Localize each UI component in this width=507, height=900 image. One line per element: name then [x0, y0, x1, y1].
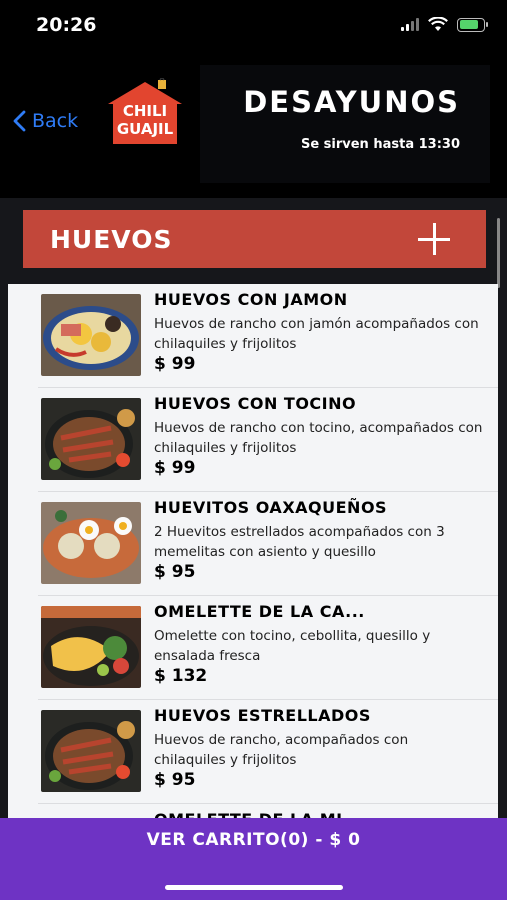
page-title: DESAYUNOS: [243, 85, 460, 119]
item-name: HUEVOS ESTRELLADOS: [154, 706, 371, 725]
title-panel: DESAYUNOS Se sirven hasta 13:30: [200, 65, 490, 183]
category-header-huevos[interactable]: HUEVOS: [23, 210, 486, 268]
back-button[interactable]: Back: [12, 110, 78, 132]
item-name: OMELETTE DE LA CA...: [154, 602, 365, 621]
item-description: Huevos de rancho, acompañados con chilaq…: [154, 732, 409, 768]
menu-item[interactable]: HUEVOS CON TOCINO Huevos de rancho con t…: [8, 388, 498, 492]
restaurant-logo: CHILI GUAJIL: [108, 78, 182, 144]
menu-content[interactable]: HUEVOS HUEVOS CON JAMON Huevos de rancho…: [0, 198, 507, 818]
wifi-icon: [428, 17, 448, 31]
dish-photo-huevos-con-jamon: [41, 294, 141, 376]
item-price: $ 132: [154, 666, 208, 686]
battery-icon: [457, 17, 488, 32]
menu-item[interactable]: HUEVITOS OAXAQUEÑOS 2 Huevitos estrellad…: [8, 492, 498, 596]
item-price: $ 95: [154, 562, 196, 582]
item-description: Omelette con tocino, cebollita, quesillo…: [154, 628, 431, 664]
item-name: HUEVOS CON TOCINO: [154, 394, 357, 413]
item-name: HUEVITOS OAXAQUEÑOS: [154, 498, 388, 517]
back-label: Back: [32, 110, 79, 132]
dish-photo-huevos-estrellados: [41, 710, 141, 792]
chevron-left-icon: [13, 110, 26, 132]
view-cart-button[interactable]: VER CARRITO(0) - $ 0: [0, 818, 507, 900]
menu-item[interactable]: OMELETTE DE LA CA... Omelette con tocino…: [8, 596, 498, 700]
status-time: 20:26: [36, 14, 97, 36]
item-description: Huevos de rancho con tocino, acompañados…: [154, 420, 483, 456]
item-price: $ 95: [154, 770, 196, 790]
dish-photo-huevos-con-tocino: [41, 398, 141, 480]
scrollbar[interactable]: [497, 218, 500, 288]
menu-item-list: HUEVOS CON JAMON Huevos de rancho con ja…: [8, 284, 498, 818]
header: Back CHILI GUAJIL DESAYUNOS Se sirven ha…: [0, 50, 507, 198]
dish-photo-omelette-de-la-casa: [41, 606, 141, 688]
cellular-signal-icon: [401, 18, 419, 31]
cart-label: VER CARRITO(0) - $ 0: [146, 830, 361, 850]
menu-item[interactable]: OMELETTE DE LA MI...: [8, 804, 498, 818]
item-price: $ 99: [154, 354, 196, 374]
menu-item[interactable]: HUEVOS ESTRELLADOS Huevos de rancho, aco…: [8, 700, 498, 804]
menu-item[interactable]: HUEVOS CON JAMON Huevos de rancho con ja…: [8, 284, 498, 388]
logo-text-line1: CHILI: [123, 102, 167, 120]
item-description: 2 Huevitos estrellados acompañados con 3…: [154, 524, 445, 560]
service-hours: Se sirven hasta 13:30: [300, 137, 460, 152]
status-bar: 20:26: [0, 0, 507, 50]
item-name: HUEVOS CON JAMON: [154, 290, 348, 309]
logo-text-line2: GUAJIL: [117, 120, 174, 138]
plus-icon[interactable]: [418, 223, 450, 255]
item-name: OMELETTE DE LA MI...: [154, 810, 362, 818]
status-icons: [401, 17, 488, 32]
category-title: HUEVOS: [50, 224, 173, 254]
battery-level: [459, 20, 478, 29]
item-description: Huevos de rancho con jamón acompañados c…: [154, 316, 479, 352]
item-price: $ 99: [154, 458, 196, 478]
home-indicator[interactable]: [165, 885, 343, 890]
dish-photo-huevitos-oaxaquenos: [41, 502, 141, 584]
